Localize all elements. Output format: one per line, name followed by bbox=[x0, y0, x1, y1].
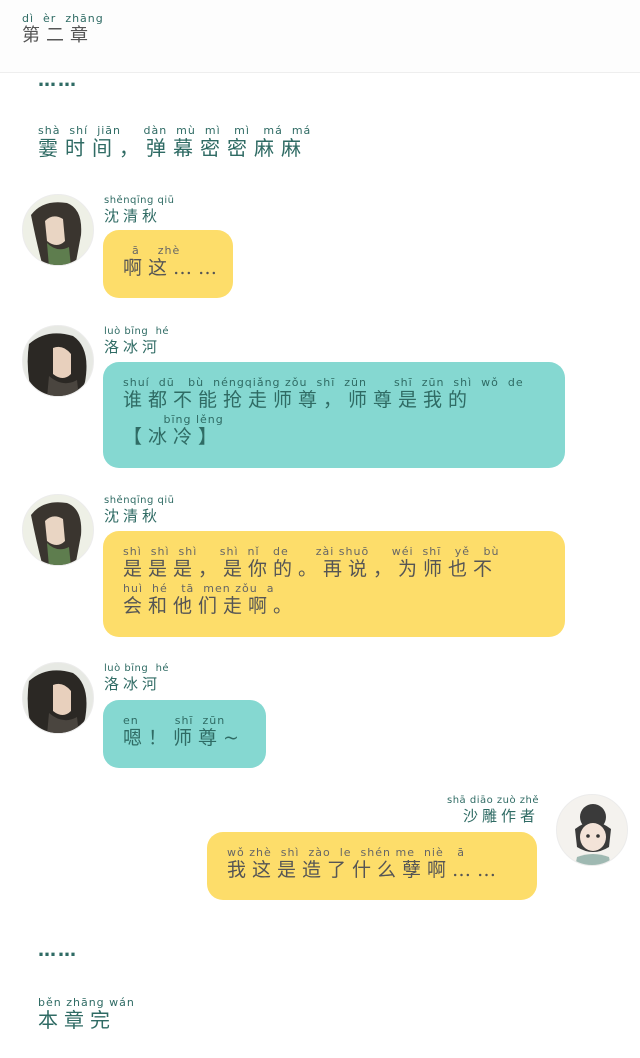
message-bubble: wǒ zhè shì zào le shén me niè ā 我这是造了什么孽… bbox=[207, 832, 537, 900]
message-text: 我这是造了什么孽啊…… bbox=[227, 859, 503, 881]
chapter-header: dì èr zhāng 第二章 bbox=[0, 0, 640, 73]
chapter-end-text: 本章完 bbox=[38, 1008, 116, 1032]
chapter-end: běn zhāng wán 本章完 bbox=[38, 996, 135, 1031]
chapter-title: dì èr zhāng 第二章 bbox=[22, 12, 104, 47]
speaker-name: shā diāo zuò zhě 沙雕作者 bbox=[447, 794, 539, 825]
message-pinyin: bīng lěng bbox=[123, 413, 224, 426]
speaker-name-text: 沈清秋 bbox=[104, 507, 162, 525]
luo-binghe-avatar[interactable] bbox=[22, 325, 94, 397]
chapter-title-text: 第二章 bbox=[22, 25, 94, 46]
speaker-name-pinyin: shěnqīng qiū bbox=[104, 195, 175, 206]
shen-qingqiu-avatar[interactable] bbox=[22, 194, 94, 266]
speaker-name: luò bīng hé 洛冰河 bbox=[104, 325, 169, 356]
speaker-name-pinyin: luò bīng hé bbox=[104, 663, 170, 674]
intro-narration: shà shí jiān dàn mù mì mì má má 霎时间，弹幕密密… bbox=[38, 124, 311, 159]
chapter-title-pinyin: dì èr zhāng bbox=[22, 12, 104, 25]
speaker-name-text: 沈清秋 bbox=[104, 207, 162, 225]
speaker-name-pinyin: shā diāo zuò zhě bbox=[447, 795, 540, 806]
message-pinyin: wǒ zhè shì zào le shén me niè ā bbox=[227, 846, 465, 859]
intro-ellipsis: …… bbox=[38, 70, 78, 91]
message-text: 是是是，是你的。再说，为师也不 bbox=[123, 558, 499, 580]
message-bubble: ā zhè 啊这…… bbox=[103, 230, 233, 298]
message-bubble: shì shì shì shì nǐ de zài shuō wéi shī y… bbox=[103, 531, 565, 637]
outro-ellipsis: …… bbox=[38, 940, 78, 961]
luo-binghe-avatar[interactable] bbox=[22, 662, 94, 734]
intro-text: 霎时间，弹幕密密麻麻 bbox=[38, 136, 308, 160]
message-text: 会和他们走啊。 bbox=[123, 595, 299, 617]
author-avatar[interactable] bbox=[556, 794, 628, 866]
message-bubble: shuí dū bù néngqiǎng zǒu shī zūn shī zūn… bbox=[103, 362, 565, 468]
speaker-name-text: 洛冰河 bbox=[104, 338, 162, 356]
message-bubble: en shī zūn 嗯！师尊~ bbox=[103, 700, 266, 768]
message-text: 【冰冷】 bbox=[123, 426, 224, 448]
shen-qingqiu-avatar[interactable] bbox=[22, 494, 94, 566]
message-text: 谁都不能抢走师尊，师尊是我的 bbox=[123, 389, 474, 411]
speaker-name: luò bīng hé 洛冰河 bbox=[104, 662, 169, 693]
message-pinyin: shuí dū bù néngqiǎng zǒu shī zūn shī zūn… bbox=[123, 376, 524, 389]
speaker-name-pinyin: shěnqīng qiū bbox=[104, 495, 175, 506]
speaker-name-text: 沙雕作者 bbox=[462, 807, 539, 825]
message-pinyin: en shī zūn bbox=[123, 714, 226, 727]
speaker-name-text: 洛冰河 bbox=[104, 675, 162, 693]
message-pinyin: shì shì shì shì nǐ de zài shuō wéi shī y… bbox=[123, 545, 500, 558]
message-pinyin: ā zhè bbox=[123, 244, 181, 257]
speaker-name: shěnqīng qiū 沈清秋 bbox=[104, 194, 175, 225]
speaker-name-pinyin: luò bīng hé bbox=[104, 326, 170, 337]
speaker-name: shěnqīng qiū 沈清秋 bbox=[104, 494, 175, 525]
message-text: 啊这…… bbox=[123, 257, 224, 279]
message-pinyin: huì hé tā men zǒu a bbox=[123, 582, 275, 595]
message-text: 嗯！师尊~ bbox=[123, 727, 245, 749]
